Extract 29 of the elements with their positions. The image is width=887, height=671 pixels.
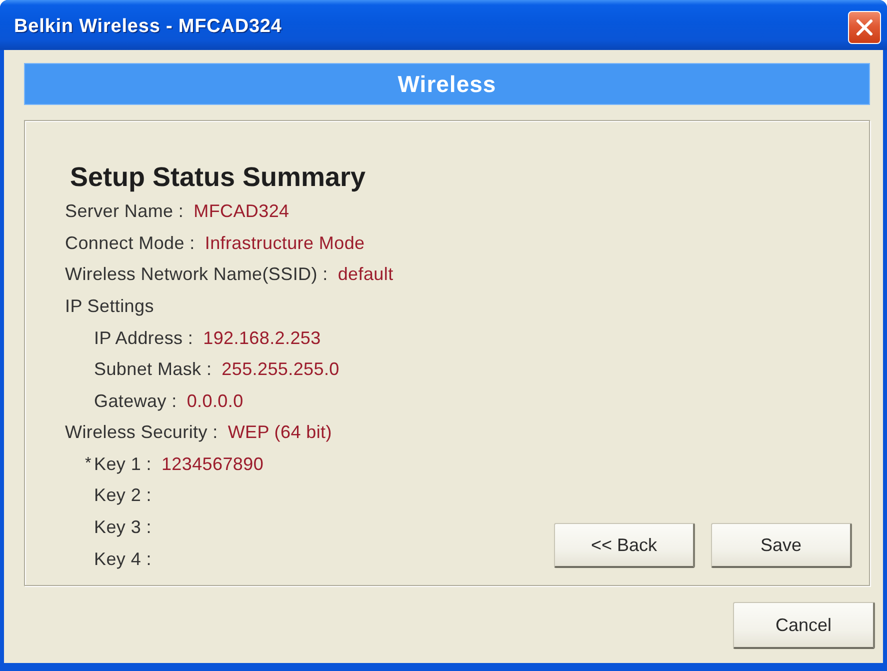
dialog-button[interactable]: Save <box>711 523 852 568</box>
field-value: WEP (64 bit) <box>228 422 332 444</box>
field-label: Wireless Network Name(SSID) : <box>65 264 328 286</box>
section-header: Wireless <box>24 63 870 105</box>
field-value: 192.168.2.253 <box>203 328 321 349</box>
close-button[interactable] <box>848 10 881 44</box>
field-label: Server Name : <box>65 201 184 222</box>
field-value: 0.0.0.0 <box>186 390 244 412</box>
field-label: IP Settings <box>65 296 154 318</box>
field-value: 255.255.255.0 <box>222 359 340 380</box>
field-label: Gateway : <box>94 390 177 412</box>
field-label: Key 2 : <box>94 485 152 506</box>
summary-heading: Setup Status Summary <box>70 161 367 193</box>
window-title: Belkin Wireless - MFCAD324 <box>14 16 282 38</box>
field-label: Key 3 : <box>94 517 152 538</box>
field-value: Infrastructure Mode <box>204 232 365 254</box>
asterisk: * <box>85 455 92 474</box>
field-value: default <box>338 264 394 286</box>
dialog-button[interactable]: << Back <box>554 523 695 568</box>
field-value: MFCAD324 <box>194 201 290 222</box>
field-label: Key 1 : <box>94 454 152 475</box>
field-label: Connect Mode : <box>65 232 195 254</box>
field-value: 1234567890 <box>161 454 264 475</box>
cancel-button[interactable]: Cancel <box>733 602 875 649</box>
field-label: Wireless Security : <box>65 422 218 444</box>
field-label: Key 4 : <box>94 548 152 570</box>
field-label: IP Address : <box>94 328 194 349</box>
close-icon <box>855 18 874 36</box>
field-label: Subnet Mask : <box>94 359 212 380</box>
